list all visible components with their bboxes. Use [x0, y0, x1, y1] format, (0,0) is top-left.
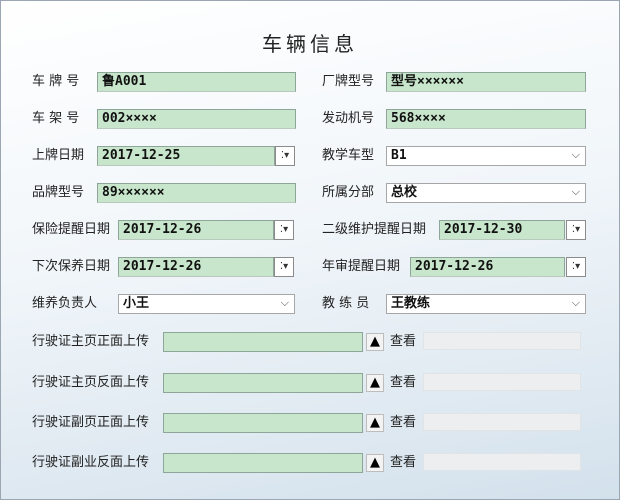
maint-person-label: 维养负责人: [32, 296, 98, 311]
chevron-down-icon: ⌵: [571, 296, 580, 309]
annual-spin-icon[interactable]: ⁚▾: [566, 257, 586, 277]
coach-select[interactable]: 王教练 ⌵: [386, 294, 586, 314]
upload-triangle-icon[interactable]: ▲: [366, 454, 384, 472]
chevron-down-icon: ⌵: [571, 185, 580, 198]
upload-triangle-icon[interactable]: ▲: [366, 414, 384, 432]
upload-field-2[interactable]: [163, 373, 363, 393]
chevron-down-icon: ⌵: [571, 148, 580, 161]
upload-label-3: 行驶证副页正面上传: [32, 415, 150, 430]
view-button-2[interactable]: 查看: [390, 374, 416, 392]
engine-label: 发动机号: [322, 111, 375, 126]
view-button-1[interactable]: 查看: [390, 333, 416, 351]
next-maint-date-field[interactable]: 2017-12-26: [118, 257, 274, 277]
next-maint-spin-icon[interactable]: ⁚▾: [274, 257, 294, 277]
branch-value: 总校: [391, 185, 418, 200]
plate-label: 车 牌 号: [32, 74, 80, 89]
reg-date-label: 上牌日期: [32, 148, 85, 163]
branch-select[interactable]: 总校 ⌵: [386, 183, 586, 203]
level2-spin-icon[interactable]: ⁚▾: [566, 220, 586, 240]
engine-field[interactable]: 568××××: [386, 109, 586, 129]
branch-label: 所属分部: [322, 185, 375, 200]
upload-field-3[interactable]: [163, 413, 363, 433]
next-maint-label: 下次保养日期: [32, 259, 111, 274]
factory-model-field[interactable]: 型号××××××: [386, 72, 586, 92]
page-title: 车辆信息: [262, 32, 358, 56]
teach-type-label: 教学车型: [322, 148, 375, 163]
maint-person-select[interactable]: 小王 ⌵: [118, 294, 295, 314]
frame-field[interactable]: 002××××: [97, 109, 296, 129]
upload-label-1: 行驶证主页正面上传: [32, 334, 150, 349]
brand-model-label: 品牌型号: [32, 185, 85, 200]
upload-triangle-icon[interactable]: ▲: [366, 333, 384, 351]
upload-label-2: 行驶证主页反面上传: [32, 375, 150, 390]
view-button-4[interactable]: 查看: [390, 454, 416, 472]
upload-field-4[interactable]: [163, 453, 363, 473]
preview-box-4: [423, 453, 581, 471]
annual-label: 年审提醒日期: [322, 259, 401, 274]
teach-type-select[interactable]: B1 ⌵: [386, 146, 586, 166]
frame-label: 车 架 号: [32, 111, 80, 126]
brand-model-field[interactable]: 89××××××: [97, 183, 296, 203]
chevron-down-icon: ⌵: [280, 296, 289, 309]
insurance-date-field[interactable]: 2017-12-26: [118, 220, 274, 240]
plate-field[interactable]: 鲁A001: [97, 72, 296, 92]
reg-date-spin-icon[interactable]: ⁚▾: [275, 146, 295, 166]
teach-type-value: B1: [391, 148, 407, 163]
reg-date-field[interactable]: 2017-12-25: [97, 146, 275, 166]
upload-triangle-icon[interactable]: ▲: [366, 374, 384, 392]
level2-label: 二级维护提醒日期: [322, 222, 427, 237]
level2-date-field[interactable]: 2017-12-30: [439, 220, 565, 240]
preview-box-1: [423, 332, 581, 350]
preview-box-2: [423, 373, 581, 391]
annual-date-field[interactable]: 2017-12-26: [410, 257, 565, 277]
insurance-label: 保险提醒日期: [32, 222, 111, 237]
coach-label: 教 练 员: [322, 296, 370, 311]
view-button-3[interactable]: 查看: [390, 414, 416, 432]
preview-box-3: [423, 413, 581, 431]
insurance-spin-icon[interactable]: ⁚▾: [274, 220, 294, 240]
coach-value: 王教练: [391, 296, 431, 311]
upload-label-4: 行驶证副业反面上传: [32, 455, 150, 470]
factory-model-label: 厂牌型号: [322, 74, 375, 89]
upload-field-1[interactable]: [163, 332, 363, 352]
maint-person-value: 小王: [123, 296, 150, 311]
